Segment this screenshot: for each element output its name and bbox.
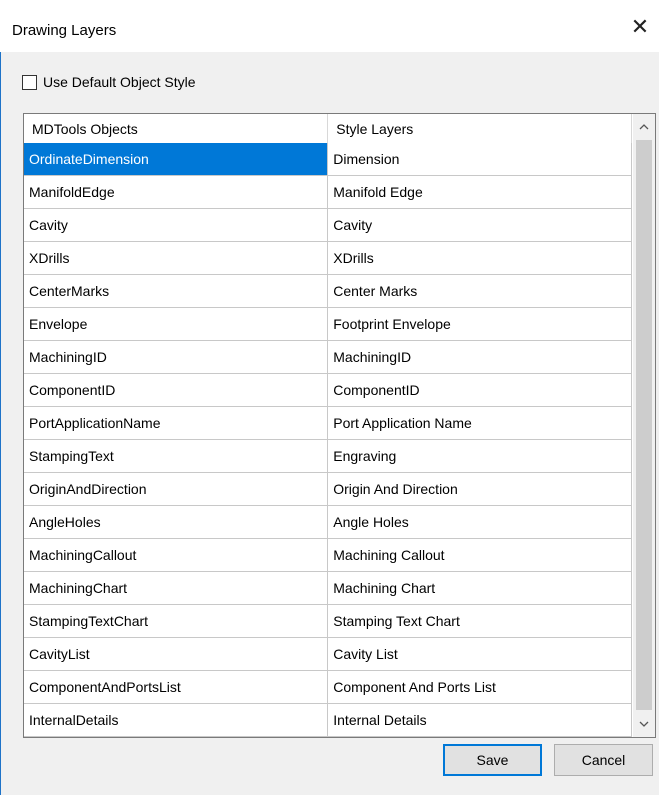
chevron-down-icon[interactable] [633, 713, 655, 735]
mdtools-object-cell[interactable]: StampingTextChart [24, 604, 329, 638]
close-icon[interactable]: ✕ [627, 14, 653, 40]
table-row[interactable]: CenterMarks Center Marks [24, 274, 632, 308]
layers-table: MDTools Objects Style Layers OrdinateDim… [24, 114, 632, 737]
style-layer-cell[interactable]: Machining Callout [327, 538, 632, 572]
mdtools-object-cell[interactable]: StampingText [24, 439, 329, 473]
mdtools-object-cell[interactable]: MachiningCallout [24, 538, 329, 572]
table-row[interactable]: Envelope Footprint Envelope [24, 307, 632, 341]
window-title: Drawing Layers [12, 22, 117, 39]
table-row[interactable]: StampingTextChart Stamping Text Chart [24, 604, 632, 638]
style-layer-cell[interactable]: Machining Chart [327, 571, 632, 605]
mdtools-object-cell[interactable]: OrdinateDimension [24, 143, 329, 176]
table-row[interactable]: Cavity Cavity [24, 208, 632, 242]
title-bar: Drawing Layers ✕ [0, 0, 659, 52]
table-row[interactable]: MachiningID MachiningID [24, 340, 632, 374]
table-row[interactable]: OriginAndDirection Origin And Direction [24, 472, 632, 506]
column-header-mdtools-objects[interactable]: MDTools Objects [24, 114, 329, 143]
style-layer-cell[interactable]: Origin And Direction [327, 472, 632, 506]
style-layer-cell[interactable]: XDrills [327, 241, 632, 275]
table-row[interactable]: PortApplicationName Port Application Name [24, 406, 632, 440]
table-row[interactable]: AngleHoles Angle Holes [24, 505, 632, 539]
scrollbar-thumb[interactable] [636, 140, 652, 710]
table-row[interactable]: StampingText Engraving [24, 439, 632, 473]
use-default-style-option[interactable]: Use Default Object Style [22, 74, 196, 90]
style-layer-cell[interactable]: Port Application Name [327, 406, 632, 440]
mdtools-object-cell[interactable]: Envelope [24, 307, 329, 341]
mdtools-object-cell[interactable]: AngleHoles [24, 505, 329, 539]
mdtools-object-cell[interactable]: ComponentAndPortsList [24, 670, 329, 704]
style-layer-cell[interactable]: Dimension [327, 143, 632, 176]
header-row: MDTools Objects Style Layers [24, 114, 632, 143]
table-row[interactable]: ManifoldEdge Manifold Edge [24, 175, 632, 209]
mdtools-object-cell[interactable]: PortApplicationName [24, 406, 329, 440]
mdtools-object-cell[interactable]: MachiningID [24, 340, 329, 374]
column-header-style-layers[interactable]: Style Layers [327, 114, 632, 143]
vertical-scrollbar[interactable] [633, 114, 655, 737]
table-row[interactable]: MachiningCallout Machining Callout [24, 538, 632, 572]
mdtools-object-cell[interactable]: InternalDetails [24, 703, 329, 737]
table-row[interactable]: MachiningChart Machining Chart [24, 571, 632, 605]
style-layer-cell[interactable]: Cavity List [327, 637, 632, 671]
style-layer-cell[interactable]: Footprint Envelope [327, 307, 632, 341]
cancel-button[interactable]: Cancel [554, 744, 653, 776]
style-layer-cell[interactable]: ComponentID [327, 373, 632, 407]
style-layer-cell[interactable]: Engraving [327, 439, 632, 473]
use-default-style-label[interactable]: Use Default Object Style [43, 74, 196, 90]
table-row[interactable]: OrdinateDimension Dimension [24, 143, 632, 176]
mdtools-object-cell[interactable]: XDrills [24, 241, 329, 275]
chevron-up-icon[interactable] [633, 116, 655, 138]
mdtools-object-cell[interactable]: CenterMarks [24, 274, 329, 308]
save-button[interactable]: Save [443, 744, 542, 776]
mdtools-object-cell[interactable]: Cavity [24, 208, 329, 242]
table-row[interactable]: InternalDetails Internal Details [24, 703, 632, 737]
style-layer-cell[interactable]: Stamping Text Chart [327, 604, 632, 638]
style-layer-cell[interactable]: Component And Ports List [327, 670, 632, 704]
table-row[interactable]: XDrills XDrills [24, 241, 632, 275]
table-row[interactable]: ComponentID ComponentID [24, 373, 632, 407]
mdtools-object-cell[interactable]: OriginAndDirection [24, 472, 329, 506]
style-layer-cell[interactable]: MachiningID [327, 340, 632, 374]
window-border [0, 52, 1, 795]
style-layer-cell[interactable]: Internal Details [327, 703, 632, 737]
style-layer-cell[interactable]: Manifold Edge [327, 175, 632, 209]
style-layer-cell[interactable]: Cavity [327, 208, 632, 242]
mdtools-object-cell[interactable]: ComponentID [24, 373, 329, 407]
use-default-style-checkbox[interactable] [22, 74, 37, 90]
table-row[interactable]: ComponentAndPortsList Component And Ports… [24, 670, 632, 704]
mdtools-object-cell[interactable]: MachiningChart [24, 571, 329, 605]
table-row[interactable]: CavityList Cavity List [24, 637, 632, 671]
style-layer-cell[interactable]: Center Marks [327, 274, 632, 308]
style-layer-cell[interactable]: Angle Holes [327, 505, 632, 539]
layers-grid[interactable]: MDTools Objects Style Layers OrdinateDim… [23, 113, 656, 738]
mdtools-object-cell[interactable]: ManifoldEdge [24, 175, 329, 209]
mdtools-object-cell[interactable]: CavityList [24, 637, 329, 671]
